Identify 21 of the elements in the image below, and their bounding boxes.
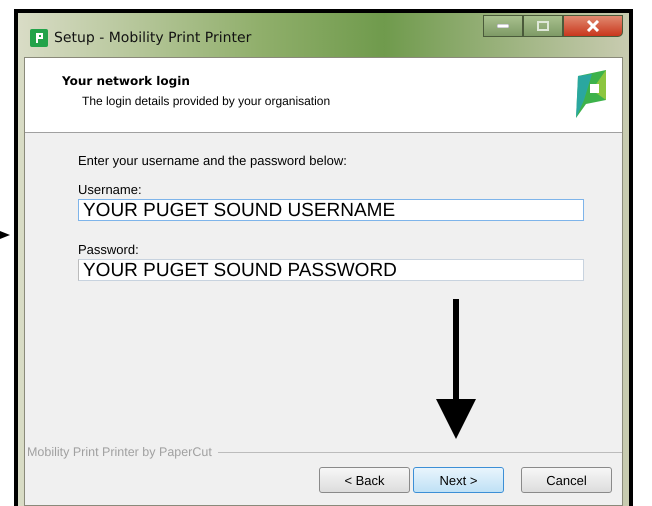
page-title: Your network login [62,74,191,88]
logo-icon [574,70,608,118]
field-label: Username: [78,182,143,197]
close-button[interactable] [563,15,623,37]
minimize-button[interactable] [483,15,523,37]
field-label: Password: [78,242,140,257]
input-field[interactable]: YOUR PUGET SOUND PASSWORD [78,259,584,281]
instruction-text: Enter your username and the password below: [78,153,348,168]
input-field[interactable]: YOUR PUGET SOUND USERNAME [78,199,584,221]
window-title: Setup - Mobility Print Printer [54,30,252,46]
branding-text: Mobility Print Printer by PaperCut [27,445,212,459]
dialog-button[interactable]: < Back [319,467,410,493]
maximize-button[interactable] [523,15,563,37]
minimize-icon [497,24,509,28]
close-icon [586,20,600,32]
dialog-button[interactable]: Next > [413,467,504,493]
page-subtitle: The login details provided by your organisation [81,94,330,108]
maximize-icon [537,21,549,31]
dialog-button[interactable]: Cancel [521,467,612,493]
annotation-arrow [0,230,10,240]
app-icon [30,29,48,47]
